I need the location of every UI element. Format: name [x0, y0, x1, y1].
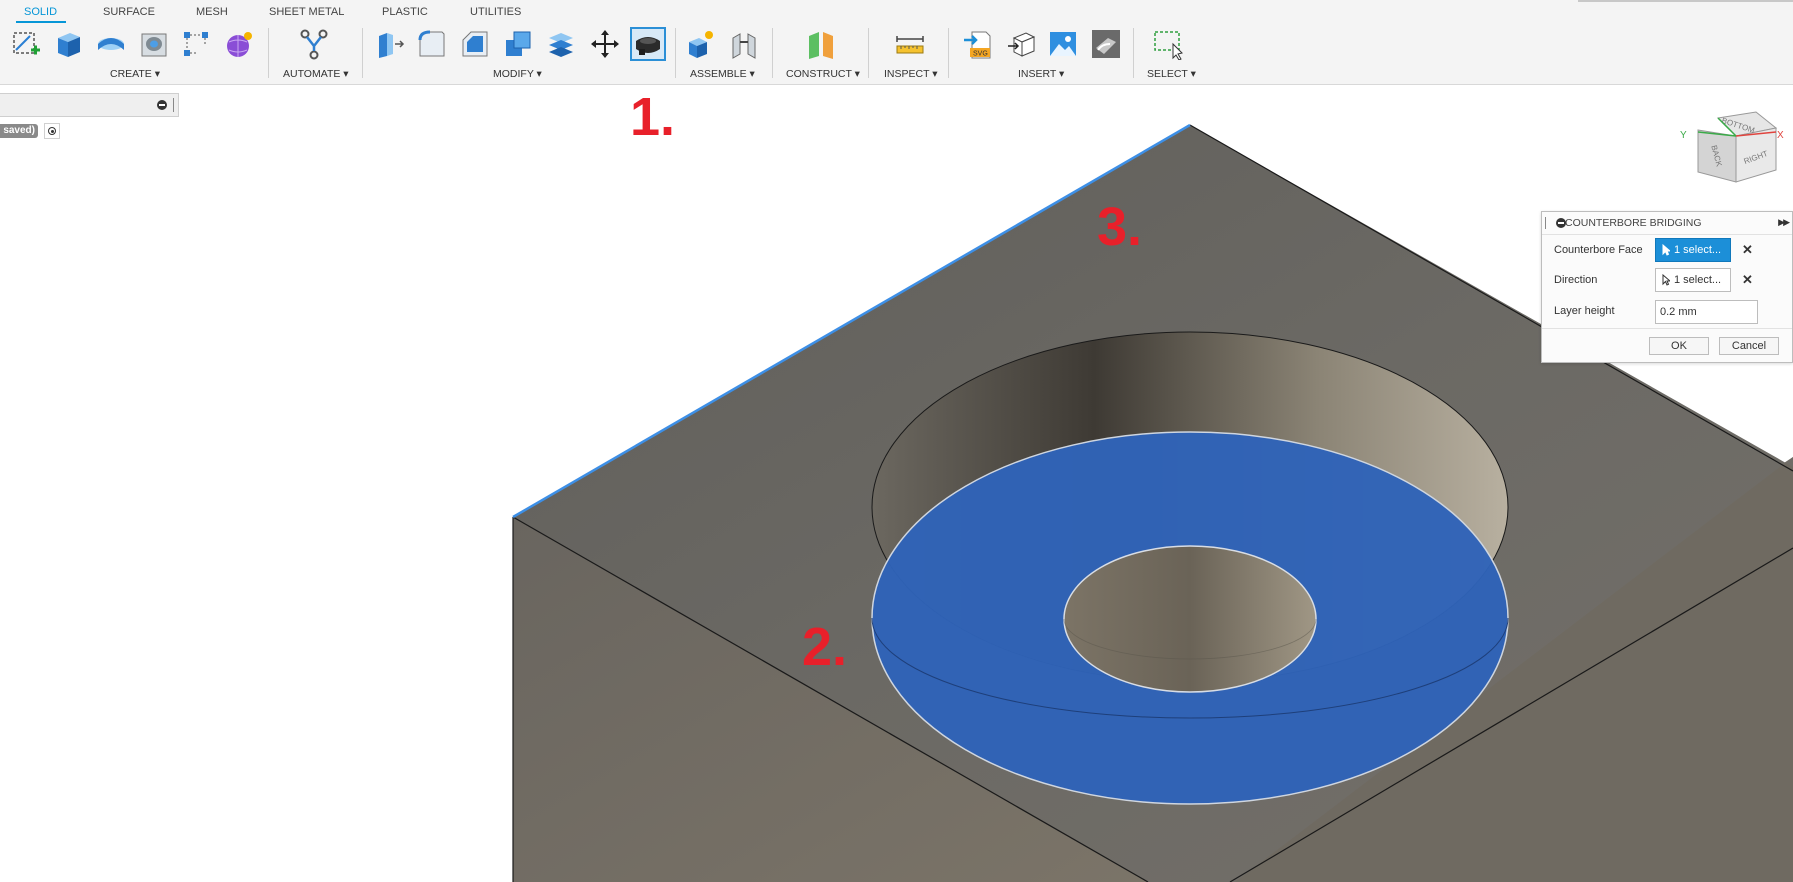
chamfer-icon[interactable] [459, 28, 491, 60]
window-select-icon[interactable] [1153, 28, 1185, 60]
counterbore-face-select-button[interactable]: 1 select... [1655, 238, 1731, 262]
box-icon[interactable] [52, 28, 84, 60]
tab-utilities[interactable]: UTILITIES [470, 6, 521, 18]
direction-label: Direction [1554, 274, 1598, 286]
direction-select-button[interactable]: 1 select... [1655, 268, 1731, 292]
measure-icon[interactable] [894, 28, 926, 60]
cursor-icon [1662, 244, 1670, 256]
toolbar-divider [268, 28, 269, 78]
expand-icon[interactable]: ▶▶ [1778, 217, 1790, 228]
viewcube[interactable]: BOTTOM BACK RIGHT Y X [1676, 110, 1786, 200]
canvas-viewport[interactable] [0, 85, 1793, 882]
pattern-icon[interactable] [180, 28, 212, 60]
viewcube-axis-y: Y [1680, 130, 1687, 141]
toolbar-divider [675, 28, 676, 78]
tab-mesh[interactable]: MESH [196, 6, 228, 18]
through-hole [1063, 545, 1317, 693]
counterbore-face-label: Counterbore Face [1554, 244, 1643, 256]
step-marker-3: 3. [1097, 197, 1143, 257]
fillet-icon[interactable] [416, 28, 448, 60]
inspect-menu[interactable]: INSPECT ▾ [884, 68, 938, 80]
insert-derive-icon[interactable]: SVG [962, 28, 994, 60]
layer-height-input[interactable] [1655, 300, 1758, 324]
automate-menu[interactable]: AUTOMATE ▾ [283, 68, 349, 80]
tab-plastic[interactable]: PLASTIC [382, 6, 428, 18]
dialog-header[interactable]: COUNTERBORE BRIDGING ▶▶ [1542, 212, 1792, 235]
dialog-divider [1542, 328, 1792, 329]
layer-height-label: Layer height [1554, 305, 1615, 317]
press-pull-icon[interactable] [373, 28, 405, 60]
workspace-tabs: SOLID SURFACE MESH SHEET METAL PLASTIC U… [0, 0, 1793, 24]
create-menu[interactable]: CREATE ▾ [110, 68, 160, 80]
offset-face-icon[interactable] [545, 28, 577, 60]
toolbar-divider [1133, 28, 1134, 78]
move-icon[interactable] [589, 28, 621, 60]
toolbar-divider [868, 28, 869, 78]
select-menu[interactable]: SELECT ▾ [1147, 68, 1196, 80]
construct-menu[interactable]: CONSTRUCT ▾ [786, 68, 860, 80]
counterbore-bridging-icon[interactable] [630, 27, 666, 61]
revolve-icon[interactable] [95, 28, 127, 60]
offset-plane-icon[interactable] [805, 28, 837, 60]
clear-counterbore-face-icon[interactable]: ✕ [1742, 242, 1753, 258]
canvas-image-icon[interactable] [1047, 28, 1079, 60]
automate-icon[interactable] [298, 28, 330, 60]
toolbar-divider [948, 28, 949, 78]
create-sketch-icon[interactable] [10, 28, 42, 60]
decal-icon[interactable] [1090, 28, 1122, 60]
toolbar-divider [772, 28, 773, 78]
toolbar: SOLID SURFACE MESH SHEET METAL PLASTIC U… [0, 0, 1793, 85]
tab-sheet-metal[interactable]: SHEET METAL [269, 6, 344, 18]
tab-surface[interactable]: SURFACE [103, 6, 155, 18]
ok-button[interactable]: OK [1649, 337, 1709, 355]
viewcube-axis-x: X [1777, 130, 1784, 141]
tab-solid[interactable]: SOLID [24, 6, 57, 18]
insert-mesh-icon[interactable] [1006, 28, 1038, 60]
active-tab-indicator [16, 21, 66, 23]
joint-icon[interactable] [728, 28, 760, 60]
cancel-button[interactable]: Cancel [1719, 337, 1779, 355]
create-form-icon[interactable] [223, 28, 255, 60]
counterbore-face-value: 1 select... [1674, 244, 1722, 256]
assemble-menu[interactable]: ASSEMBLE ▾ [690, 68, 755, 80]
step-marker-2: 2. [802, 617, 848, 677]
svg-text:SVG: SVG [973, 51, 988, 58]
toolbar-divider [362, 28, 363, 78]
combine-icon[interactable] [502, 28, 534, 60]
hole-icon[interactable] [138, 28, 170, 60]
dialog-title: COUNTERBORE BRIDGING [1565, 217, 1702, 229]
dialog-grip[interactable] [1545, 217, 1546, 229]
new-component-icon[interactable] [685, 28, 717, 60]
counterbore-bridging-dialog: COUNTERBORE BRIDGING ▶▶ Counterbore Face… [1541, 211, 1793, 363]
cursor-icon [1662, 274, 1670, 286]
modify-menu[interactable]: MODIFY ▾ [493, 68, 542, 80]
step-marker-1: 1. [630, 87, 676, 147]
direction-value: 1 select... [1674, 274, 1722, 286]
insert-menu[interactable]: INSERT ▾ [1018, 68, 1064, 80]
clear-direction-icon[interactable]: ✕ [1742, 272, 1753, 288]
